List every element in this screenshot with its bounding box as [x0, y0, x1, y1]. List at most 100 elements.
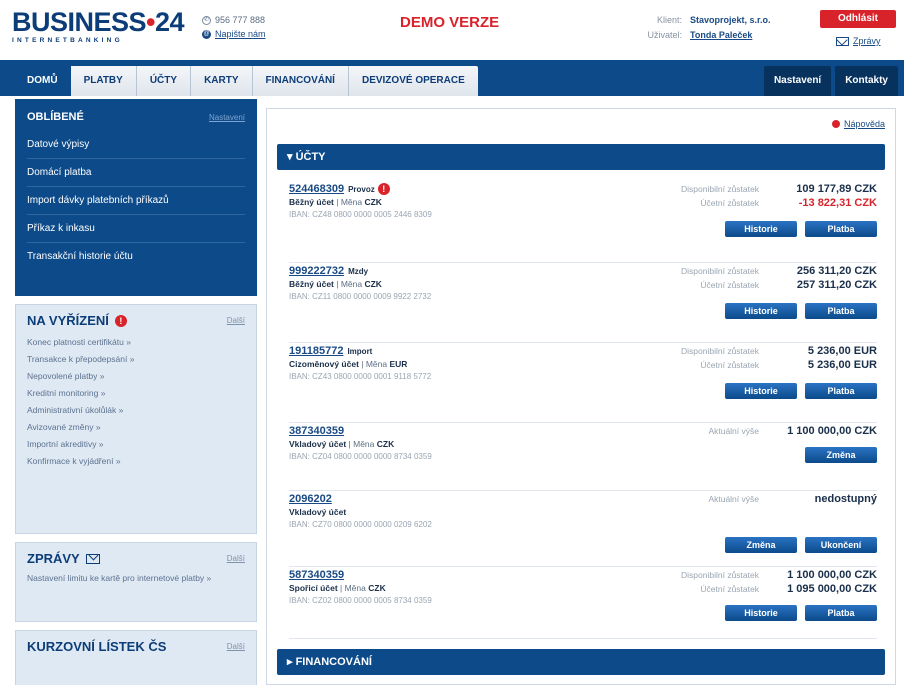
- account-name: Mzdy: [348, 267, 369, 276]
- pending-item[interactable]: Konec platnosti certifikátu »: [27, 334, 245, 351]
- account-iban: IBAN: CZ02 0800 0000 0005 8734 0359: [289, 596, 432, 605]
- messages-more-link[interactable]: Další: [227, 554, 245, 563]
- balance-value: 5 236,00 EUR: [807, 359, 877, 371]
- rates-title: KURZOVNÍ LÍSTEK ČS: [27, 639, 167, 654]
- account-number-link[interactable]: 524468309: [289, 183, 344, 195]
- account-row: 587340359 Spořicí účet | Měna CZK IBAN: …: [289, 567, 877, 639]
- favorite-item[interactable]: Transakční historie účtu: [27, 243, 245, 271]
- account-actions: Historie Platba: [725, 221, 877, 237]
- balance-value: 1 100 000,00 CZK: [787, 425, 877, 437]
- account-actions: Historie Platba: [725, 605, 877, 621]
- account-actions: Změna: [805, 447, 877, 463]
- logo-subtitle: INTERNETBANKING: [12, 37, 123, 44]
- account-row: 191185772 Import Cizoměnový účet | Měna E…: [289, 343, 877, 423]
- balance-block: Disponibilní zůstatek 1 100 000,00 CZK Úč…: [607, 569, 877, 597]
- tab-contacts[interactable]: Kontakty: [835, 66, 898, 96]
- rates-more-link[interactable]: Další: [227, 642, 245, 651]
- mail-icon: @: [202, 29, 211, 39]
- account-iban: IBAN: CZ48 0800 0000 0005 2446 8309: [289, 210, 432, 219]
- balance-label: Disponibilní zůstatek: [681, 570, 759, 580]
- balance-label: Aktuální výše: [708, 494, 759, 504]
- balance-label: Disponibilní zůstatek: [681, 266, 759, 276]
- history-button[interactable]: Historie: [725, 303, 797, 319]
- tab-payments[interactable]: Platby: [70, 66, 137, 96]
- tab-cards[interactable]: Karty: [191, 66, 253, 96]
- balance-value: 109 177,89 CZK: [796, 183, 877, 195]
- balance-block: Disponibilní zůstatek 256 311,20 CZK Účet…: [607, 265, 877, 293]
- account-number-link[interactable]: 191185772: [289, 345, 343, 357]
- balance-value: 1 095 000,00 CZK: [787, 583, 877, 595]
- history-button[interactable]: Historie: [725, 383, 797, 399]
- payment-button[interactable]: Platba: [805, 221, 877, 237]
- pending-item[interactable]: Konfirmace k vyjádření »: [27, 453, 245, 470]
- tab-financing[interactable]: Financování: [252, 66, 349, 96]
- terminate-button[interactable]: Ukončení: [805, 537, 877, 553]
- pending-item[interactable]: Kreditní monitoring »: [27, 385, 245, 402]
- logo[interactable]: BUSINESS•24 INTERNETBANKING: [12, 8, 185, 44]
- phone-number: 956 777 888: [215, 15, 266, 25]
- tab-accounts[interactable]: Účty: [136, 66, 192, 96]
- favorite-item[interactable]: Import dávky platebních příkazů: [27, 187, 245, 215]
- pending-item[interactable]: Transakce k přepodepsání »: [27, 351, 245, 368]
- account-actions: Změna Ukončení: [725, 537, 877, 553]
- account-actions: Historie Platba: [725, 383, 877, 399]
- account-iban: IBAN: CZ70 0800 0000 0000 0209 6202: [289, 520, 432, 529]
- account-name: Provoz: [348, 185, 375, 194]
- favorites-settings-link[interactable]: Nastavení: [209, 113, 245, 122]
- balance-label: Účetní zůstatek: [700, 198, 759, 208]
- balance-label: Účetní zůstatek: [700, 360, 759, 370]
- messages-link-label: Zprávy: [853, 36, 881, 46]
- pending-item[interactable]: Administrativní úkolůlák »: [27, 402, 245, 419]
- payment-button[interactable]: Platba: [805, 383, 877, 399]
- help-icon: [831, 120, 840, 128]
- user-label: Uživatel:: [647, 30, 682, 40]
- nav-right-tabs: Nastavení Kontakty: [763, 66, 898, 96]
- balance-block: Aktuální výše 1 100 000,00 CZK: [607, 425, 877, 439]
- nav-tabs: Domů Platby Účty Karty Financování Deviz…: [14, 66, 478, 96]
- help-link-label: Nápověda: [843, 119, 885, 129]
- contact-info: ✆ 956 777 888 @ Napište nám: [202, 13, 266, 41]
- envelope-icon: [836, 36, 849, 46]
- accounts-section-header[interactable]: ▾ ÚČTY: [277, 144, 885, 170]
- pending-item[interactable]: Importní akreditivy »: [27, 436, 245, 453]
- financing-section-header[interactable]: ▸ FINANCOVÁNÍ: [277, 649, 885, 675]
- account-number-link[interactable]: 2096202: [289, 493, 332, 505]
- balance-label: Účetní zůstatek: [700, 584, 759, 594]
- write-us-link[interactable]: Napište nám: [215, 27, 266, 41]
- tab-fx-operations[interactable]: Devizové operace: [348, 66, 478, 96]
- help-link[interactable]: Nápověda: [831, 119, 885, 129]
- messages-link[interactable]: Zprávy: [836, 36, 881, 46]
- tab-settings[interactable]: Nastavení: [763, 66, 832, 96]
- messages-title: ZPRÁVY: [27, 551, 100, 566]
- history-button[interactable]: Historie: [725, 605, 797, 621]
- change-button[interactable]: Změna: [805, 447, 877, 463]
- account-number-link[interactable]: 587340359: [289, 569, 344, 581]
- user-link[interactable]: Tonda Paleček: [690, 28, 752, 43]
- favorite-item[interactable]: Datové výpisy: [27, 131, 245, 159]
- account-iban: IBAN: CZ43 0800 0000 0001 9118 5772: [289, 372, 432, 381]
- balance-value: 256 311,20 CZK: [796, 265, 877, 277]
- messages-panel: ZPRÁVY Další Nastavení limitu ke kartě p…: [15, 542, 257, 622]
- message-item[interactable]: Nastavení limitu ke kartě pro internetov…: [27, 572, 245, 584]
- logout-button[interactable]: Odhlásit: [820, 10, 896, 28]
- balance-label: Aktuální výše: [708, 426, 759, 436]
- pending-more-link[interactable]: Další: [227, 316, 245, 325]
- account-name: Import: [347, 347, 373, 356]
- tab-home[interactable]: Domů: [14, 66, 71, 96]
- pending-item[interactable]: Avizované změny »: [27, 419, 245, 436]
- account-actions: Historie Platba: [725, 303, 877, 319]
- history-button[interactable]: Historie: [725, 221, 797, 237]
- payment-button[interactable]: Platba: [805, 605, 877, 621]
- balance-value: -13 822,31 CZK: [798, 197, 877, 209]
- account-number-link[interactable]: 387340359: [289, 425, 344, 437]
- account-number-link[interactable]: 999222732: [289, 265, 344, 277]
- balance-value: 5 236,00 EUR: [807, 345, 877, 357]
- balance-label: Disponibilní zůstatek: [681, 184, 759, 194]
- favorite-item[interactable]: Domácí platba: [27, 159, 245, 187]
- favorite-item[interactable]: Příkaz k inkasu: [27, 215, 245, 243]
- payment-button[interactable]: Platba: [805, 303, 877, 319]
- pending-item[interactable]: Nepovolené platby »: [27, 368, 245, 385]
- account-type: Vkladový účet: [289, 507, 347, 517]
- change-button[interactable]: Změna: [725, 537, 797, 553]
- client-label: Klient:: [656, 15, 682, 25]
